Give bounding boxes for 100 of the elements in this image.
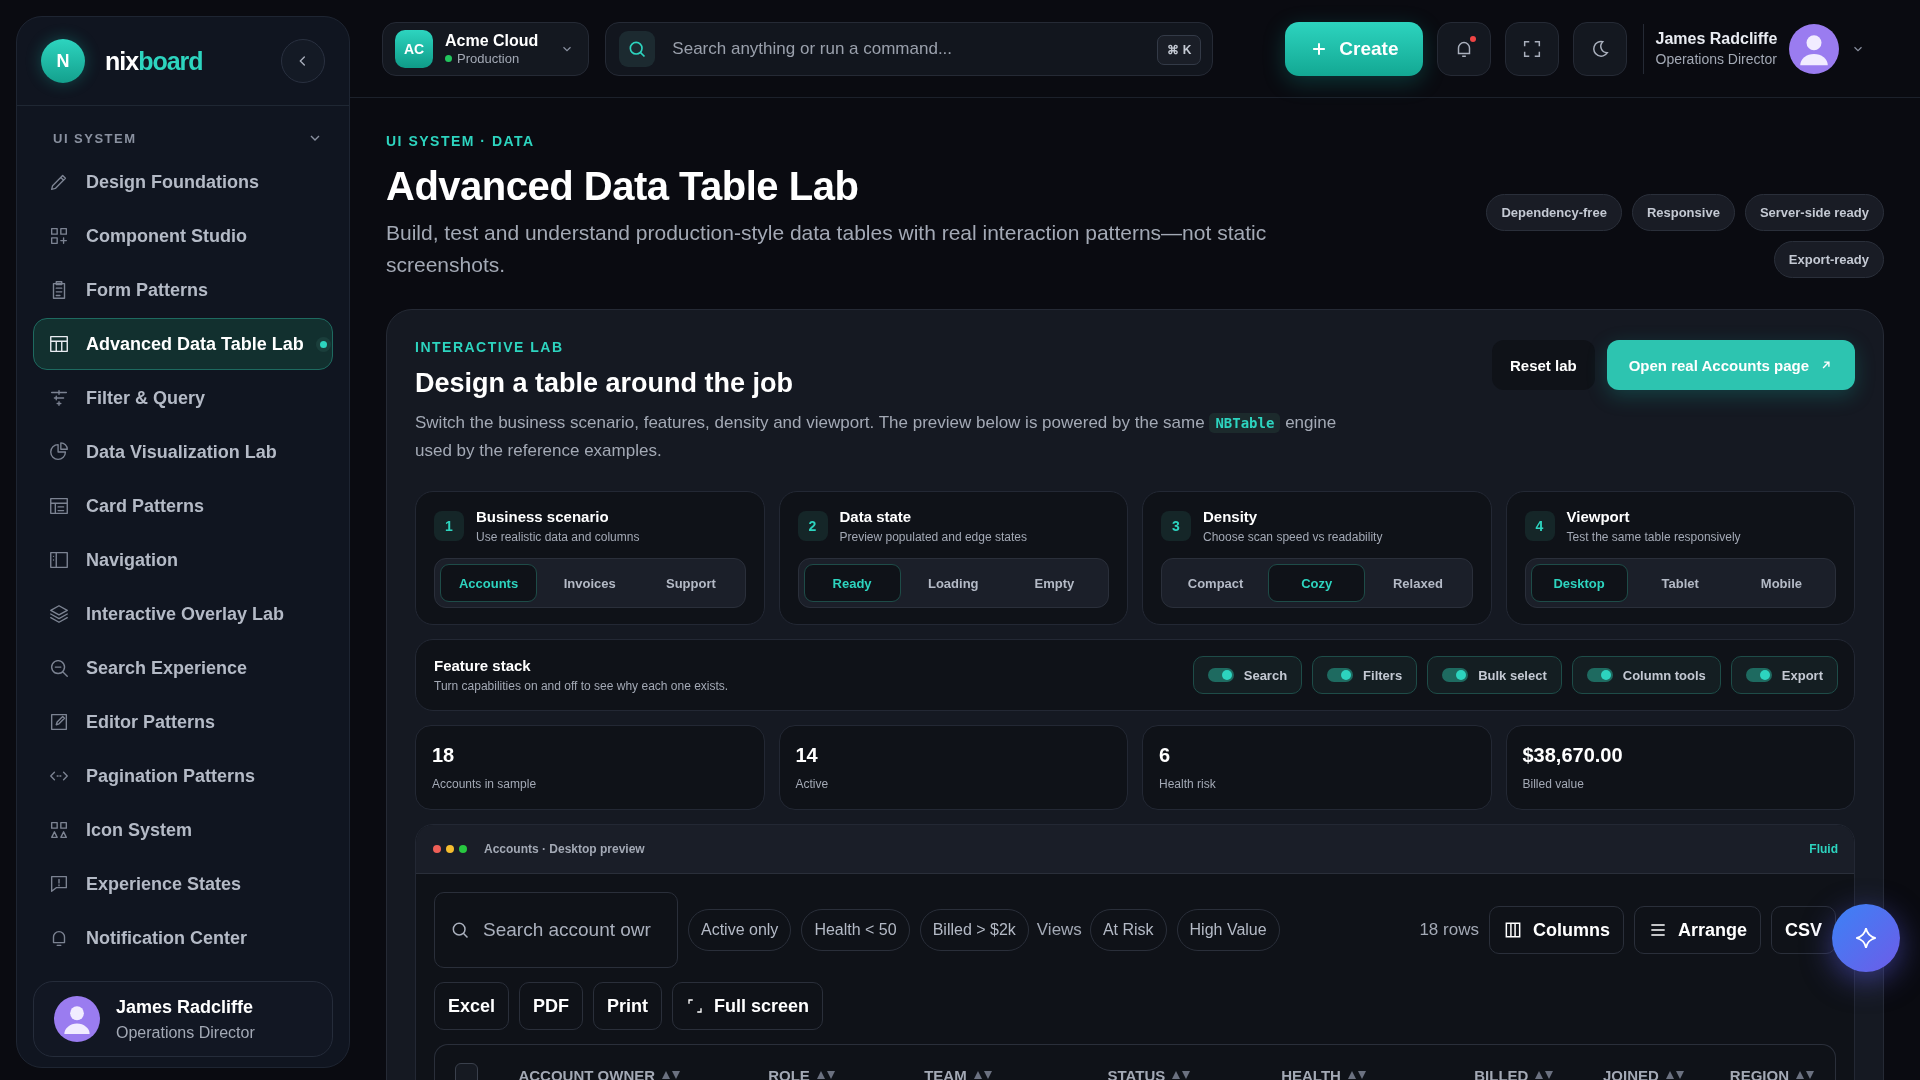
sliders-icon (48, 387, 70, 409)
column-header[interactable]: ACCOUNT OWNER (518, 1066, 769, 1080)
user-card[interactable]: James Radcliffe Operations Director (33, 981, 333, 1057)
sort-icon (815, 1070, 836, 1080)
reset-button[interactable]: Reset lab (1491, 340, 1595, 390)
feature-tag: Server-side ready (1744, 194, 1884, 231)
step-title: Business scenario (476, 508, 610, 525)
user-role: Operations Director (1655, 51, 1778, 67)
sidebar-item[interactable]: Filter & Query (33, 372, 333, 424)
switch[interactable] (1586, 668, 1613, 682)
segment-option[interactable]: Empty (1005, 564, 1103, 602)
layers-icon (48, 603, 70, 625)
lab-title: Design a table around the job (415, 368, 795, 399)
segment-option[interactable]: Desktop (1530, 564, 1628, 602)
sidebar-item[interactable]: Form Patterns (33, 264, 333, 316)
workspace-switcher[interactable]: AC Acme Cloud Production (382, 21, 590, 76)
column-header[interactable]: STATUS (1107, 1066, 1282, 1080)
column-header[interactable]: TEAM (924, 1066, 1108, 1080)
switch[interactable] (1442, 668, 1469, 682)
user-name: James Radcliffe (116, 996, 255, 1018)
pie-icon (48, 441, 70, 463)
segment-option[interactable]: Accounts (440, 564, 538, 602)
export-button[interactable]: PDF (519, 982, 584, 1030)
step-title: Data state (839, 508, 913, 525)
step-title: Viewport (1566, 508, 1631, 525)
column-header[interactable]: REGION (1729, 1066, 1815, 1080)
column-header[interactable]: ROLE (768, 1066, 925, 1080)
feature-toggle[interactable]: Bulk select (1427, 656, 1562, 694)
segment-option[interactable]: Ready (803, 564, 901, 602)
column-header[interactable]: BILLED (1474, 1066, 1603, 1080)
shortcut-key: ⌘ K (1157, 34, 1202, 65)
grid-icon (48, 225, 70, 247)
segment-option[interactable]: Cozy (1268, 564, 1366, 602)
search-field[interactable]: Search account owr (434, 892, 678, 968)
sidebar-item[interactable]: Notification Center (33, 912, 333, 964)
sort-icon (1346, 1070, 1367, 1080)
sidebar-item[interactable]: Component Studio (33, 210, 333, 262)
user-role: Operations Director (116, 1023, 255, 1042)
segment-option[interactable]: Loading (904, 564, 1002, 602)
search-icon-badge (619, 30, 656, 67)
stat-label: Active (795, 777, 830, 791)
segment-option[interactable]: Compact (1167, 564, 1265, 602)
fullscreen-button[interactable]: Full screen (672, 982, 824, 1030)
breadcrumb: UI SYSTEM · DATA (386, 133, 535, 149)
arrange-button[interactable]: Arrange (1633, 906, 1761, 954)
segment-option[interactable]: Mobile (1732, 564, 1830, 602)
page-description: Build, test and understand production-style data tables with real interaction patterns—not static screenshots. (386, 220, 1268, 278)
sidebar-item[interactable]: Experience States (33, 858, 333, 910)
segment-option[interactable]: Relaxed (1369, 564, 1467, 602)
alert-icon (48, 873, 70, 895)
sort-icon (1534, 1070, 1555, 1080)
switch[interactable] (1207, 668, 1234, 682)
expand-icon (686, 997, 705, 1015)
step-number: 2 (797, 511, 828, 541)
views-label: Views (1036, 920, 1082, 940)
feature-toggle[interactable]: Column tools (1571, 656, 1721, 694)
sidebar-item[interactable]: Data Visualization Lab (33, 426, 333, 478)
step-number: 1 (434, 511, 464, 541)
checkbox[interactable] (455, 1063, 479, 1080)
table-icon (48, 333, 70, 355)
sidebar-item[interactable]: Card Patterns (33, 480, 333, 532)
feature-toggle[interactable]: Search (1192, 656, 1303, 694)
stat-value: $38,670.00 (1522, 744, 1624, 767)
sidebar-item[interactable]: Pagination Patterns (33, 750, 333, 802)
fullscreen-button[interactable] (1504, 21, 1559, 76)
feature-tag: Export-ready (1773, 241, 1884, 278)
preview-mode: Fluid (1809, 842, 1838, 856)
sidebar-item[interactable]: Navigation (33, 534, 333, 586)
sidebar-item[interactable]: Interactive Overlay Lab (33, 588, 333, 640)
sidebar-item[interactable]: Advanced Data Table Lab (33, 318, 333, 370)
stat-label: Billed value (1522, 777, 1585, 791)
sidebar-item[interactable]: Search Experience (33, 642, 333, 694)
switch[interactable] (1327, 668, 1354, 682)
switch[interactable] (1745, 668, 1772, 682)
step-subtitle: Use realistic data and columns (476, 530, 640, 544)
logo-badge: N (41, 39, 85, 83)
column-header[interactable]: JOINED (1603, 1066, 1730, 1080)
theme-toggle-button[interactable] (1572, 21, 1627, 76)
feature-toggle[interactable]: Export (1730, 656, 1838, 694)
sidebar-item[interactable]: Icon System (33, 804, 333, 856)
segment-option[interactable]: Support (642, 564, 740, 602)
stat-value: 6 (1159, 744, 1172, 767)
sort-icon (1795, 1070, 1815, 1080)
columns-button[interactable]: Columns (1488, 906, 1624, 954)
export-button[interactable]: Excel (434, 982, 510, 1030)
feature-stack-subtitle: Turn capabilities on and off to see why each one exists. (434, 679, 729, 693)
feature-toggle[interactable]: Filters (1312, 656, 1418, 694)
segment-option[interactable]: Tablet (1631, 564, 1729, 602)
preview-title: Accounts · Desktop preview (484, 842, 646, 856)
export-button[interactable]: Print (593, 982, 663, 1030)
segment-option[interactable]: Invoices (541, 564, 639, 602)
sidebar-item[interactable]: Editor Patterns (33, 696, 333, 748)
sort-icon (1664, 1070, 1685, 1080)
step-number: 4 (1524, 511, 1555, 541)
column-header[interactable]: HEALTH (1281, 1066, 1475, 1080)
stat-value: 14 (795, 744, 819, 767)
sidebar-item[interactable]: Design Foundations (33, 156, 333, 208)
stat-label: Accounts in sample (432, 777, 538, 791)
notifications-button[interactable] (1436, 21, 1491, 76)
avatar-icon[interactable] (1789, 23, 1840, 74)
